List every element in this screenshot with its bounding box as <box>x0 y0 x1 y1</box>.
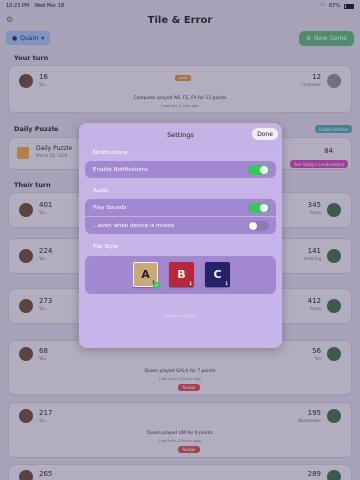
play-sounds-row[interactable]: Play Sounds <box>85 199 276 216</box>
tile-style-wood[interactable]: A 1 ✓ <box>133 262 160 289</box>
enable-notifications-label: Enable Notifications <box>93 166 148 173</box>
enable-notifications-toggle[interactable] <box>248 164 269 175</box>
done-button[interactable]: Done <box>252 128 278 140</box>
notifications-section-label: Notifications <box>93 150 128 156</box>
play-sounds-toggle[interactable] <box>248 202 269 213</box>
notifications-group: Enable Notifications <box>85 161 276 178</box>
tile-letter: C <box>213 268 222 281</box>
enable-notifications-row[interactable]: Enable Notifications <box>85 161 276 178</box>
checkmark-icon: ✓ <box>153 282 160 289</box>
tile-letter: B <box>177 268 186 281</box>
play-sounds-label: Play Sounds <box>93 204 127 211</box>
audio-section-label: Audio <box>93 188 109 194</box>
version-label: Version 1.0 (53) <box>165 313 196 318</box>
tile-style-section-label: Tile Style <box>93 244 119 250</box>
tile-value: 1 <box>189 281 192 286</box>
tile-style-group: A 1 ✓ B 1 C 1 <box>85 256 276 294</box>
settings-sheet: Settings Done Notifications Enable Notif… <box>79 123 282 348</box>
muted-row[interactable]: ...even when device is muted <box>85 216 276 234</box>
tile-style-red[interactable]: B 1 <box>169 262 194 287</box>
muted-label: ...even when device is muted <box>93 222 174 229</box>
muted-toggle[interactable] <box>248 220 269 231</box>
tile-style-blue[interactable]: C 1 <box>205 262 230 287</box>
tile-value: 1 <box>225 281 228 286</box>
tile-letter: A <box>141 268 150 281</box>
audio-group: Play Sounds ...even when device is muted <box>85 199 276 234</box>
